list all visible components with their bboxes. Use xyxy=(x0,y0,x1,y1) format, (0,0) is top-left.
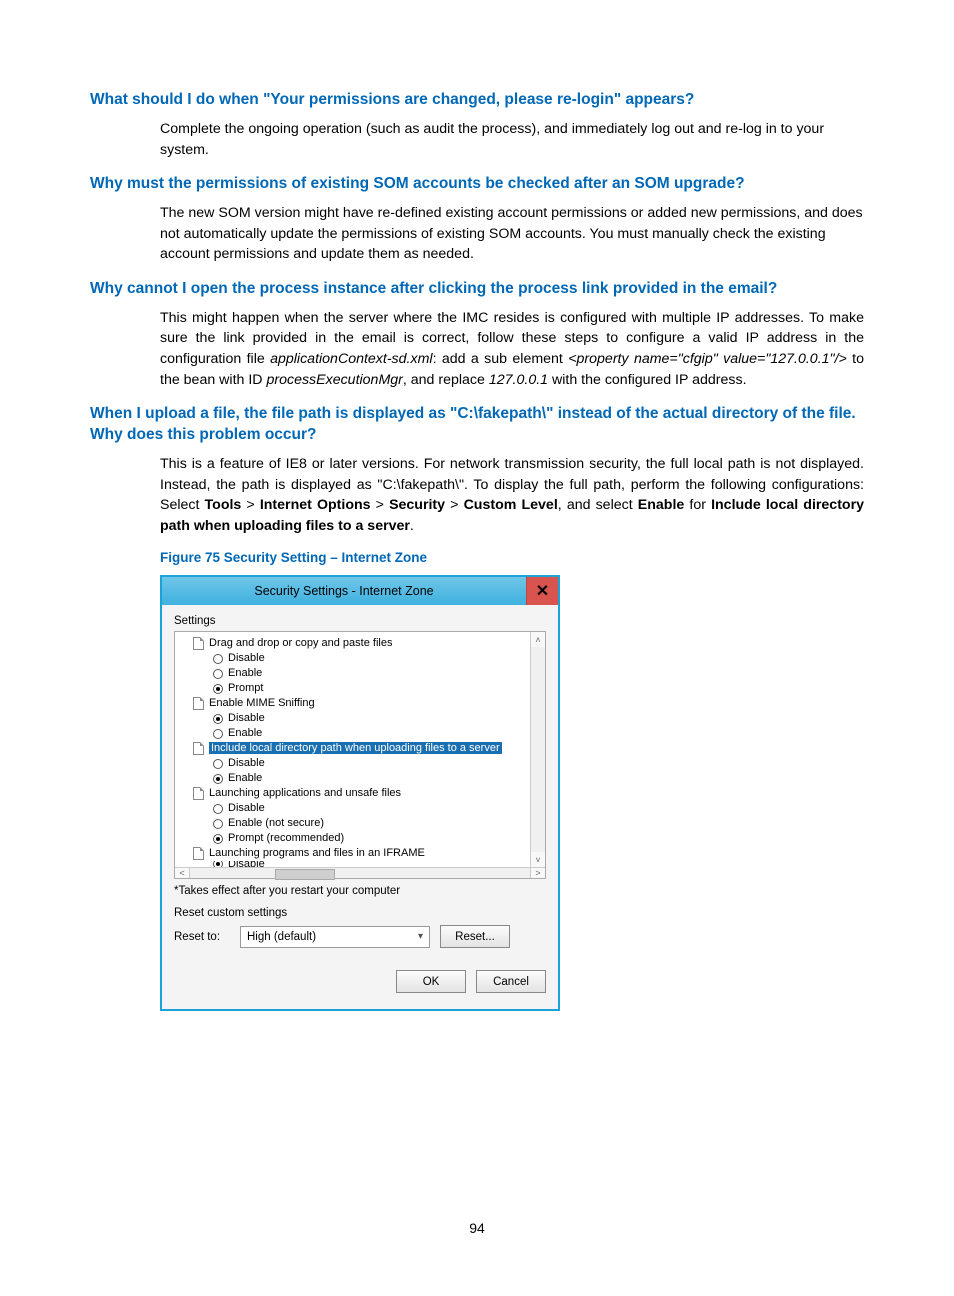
reset-button[interactable]: Reset... xyxy=(440,925,510,948)
radio-icon[interactable] xyxy=(213,804,223,814)
vertical-scrollbar[interactable]: ˄ ˅ xyxy=(530,632,545,867)
scroll-track[interactable] xyxy=(531,647,545,852)
scroll-left-icon[interactable]: ˂ xyxy=(175,868,190,878)
scroll-htrack[interactable] xyxy=(190,868,530,878)
tree-node-label: Include local directory path when upload… xyxy=(209,741,502,756)
chevron-down-icon: ▾ xyxy=(418,931,423,942)
page-number: 94 xyxy=(0,1220,954,1236)
tree-node-label: Launching programs and files in an IFRAM… xyxy=(209,846,425,861)
faq-paragraph: This is a feature of IE8 or later versio… xyxy=(160,454,864,536)
dialog-body: Settings Drag and drop or copy and paste… xyxy=(162,605,558,1009)
tree-option[interactable]: Disable xyxy=(179,651,530,666)
settings-tree[interactable]: Drag and drop or copy and paste filesDis… xyxy=(175,632,530,867)
reset-section-label: Reset custom settings xyxy=(174,907,546,919)
tree-option-label: Disable xyxy=(228,756,265,771)
tree-node[interactable]: Launching applications and unsafe files xyxy=(179,786,530,801)
figure-caption: Figure 75 Security Setting – Internet Zo… xyxy=(160,550,864,565)
close-button[interactable]: ✕ xyxy=(526,577,558,605)
settings-listbox[interactable]: Drag and drop or copy and paste filesDis… xyxy=(174,631,546,879)
radio-icon[interactable] xyxy=(213,834,223,844)
tree-option[interactable]: Enable xyxy=(179,726,530,741)
tree-node-label: Enable MIME Sniffing xyxy=(209,696,315,711)
tree-option[interactable]: Disable xyxy=(179,756,530,771)
dialog-title: Security Settings - Internet Zone xyxy=(162,577,526,605)
tree-node[interactable]: Enable MIME Sniffing xyxy=(179,696,530,711)
tree-node[interactable]: Drag and drop or copy and paste files xyxy=(179,636,530,651)
dialog-button-row: OK Cancel xyxy=(174,970,546,993)
reset-level-combo[interactable]: High (default) ▾ xyxy=(240,926,430,948)
tree-option-label: Enable xyxy=(228,771,262,786)
faq-heading: What should I do when "Your permissions … xyxy=(90,90,864,111)
radio-icon[interactable] xyxy=(213,729,223,739)
faq-paragraph: The new SOM version might have re-define… xyxy=(160,203,864,265)
settings-label: Settings xyxy=(174,615,546,627)
tree-option[interactable]: Disable xyxy=(179,801,530,816)
dialog-titlebar[interactable]: Security Settings - Internet Zone ✕ xyxy=(162,577,558,605)
tree-option-label: Prompt (recommended) xyxy=(228,831,344,846)
scroll-right-icon[interactable]: ˃ xyxy=(530,868,545,878)
tree-node[interactable]: Launching programs and files in an IFRAM… xyxy=(179,846,530,861)
tree-option-label: Enable xyxy=(228,726,262,741)
tree-option-label: Disable xyxy=(228,651,265,666)
faq-heading: Why cannot I open the process instance a… xyxy=(90,279,864,300)
cancel-button[interactable]: Cancel xyxy=(476,970,546,993)
radio-icon[interactable] xyxy=(213,714,223,724)
radio-icon[interactable] xyxy=(213,654,223,664)
radio-icon[interactable] xyxy=(213,861,223,867)
scroll-up-icon[interactable]: ˄ xyxy=(531,632,545,647)
security-settings-dialog: Security Settings - Internet Zone ✕ Sett… xyxy=(160,575,560,1011)
tree-node-label: Drag and drop or copy and paste files xyxy=(209,636,392,651)
scroll-thumb[interactable] xyxy=(275,869,335,880)
page-icon xyxy=(193,847,204,860)
faq-heading: Why must the permissions of existing SOM… xyxy=(90,174,864,195)
tree-option-label: Enable xyxy=(228,666,262,681)
tree-option[interactable]: Enable xyxy=(179,666,530,681)
reset-to-label: Reset to: xyxy=(174,931,230,943)
combo-value: High (default) xyxy=(247,931,316,943)
restart-note: *Takes effect after you restart your com… xyxy=(174,885,546,897)
radio-icon[interactable] xyxy=(213,774,223,784)
tree-option-label: Enable (not secure) xyxy=(228,816,324,831)
scroll-down-icon[interactable]: ˅ xyxy=(531,852,545,867)
page-icon xyxy=(193,697,204,710)
tree-node-label: Launching applications and unsafe files xyxy=(209,786,401,801)
page-icon xyxy=(193,787,204,800)
radio-icon[interactable] xyxy=(213,669,223,679)
tree-option[interactable]: Disable xyxy=(179,711,530,726)
radio-icon[interactable] xyxy=(213,819,223,829)
tree-option[interactable]: Enable xyxy=(179,771,530,786)
page-icon xyxy=(193,742,204,755)
tree-option[interactable]: Prompt xyxy=(179,681,530,696)
tree-node[interactable]: Include local directory path when upload… xyxy=(179,741,530,756)
tree-option-label: Prompt xyxy=(228,681,263,696)
ok-button[interactable]: OK xyxy=(396,970,466,993)
radio-icon[interactable] xyxy=(213,684,223,694)
tree-option-label: Disable xyxy=(228,711,265,726)
radio-icon[interactable] xyxy=(213,759,223,769)
page-icon xyxy=(193,637,204,650)
reset-row: Reset to: High (default) ▾ Reset... xyxy=(174,925,546,948)
faq-heading: When I upload a file, the file path is d… xyxy=(90,404,864,446)
tree-option[interactable]: Enable (not secure) xyxy=(179,816,530,831)
close-icon: ✕ xyxy=(536,581,549,601)
tree-option[interactable]: Prompt (recommended) xyxy=(179,831,530,846)
faq-paragraph: Complete the ongoing operation (such as … xyxy=(160,119,864,160)
tree-option-label: Disable xyxy=(228,801,265,816)
horizontal-scrollbar[interactable]: ˂ ˃ xyxy=(175,867,545,878)
faq-paragraph: This might happen when the server where … xyxy=(160,308,864,390)
